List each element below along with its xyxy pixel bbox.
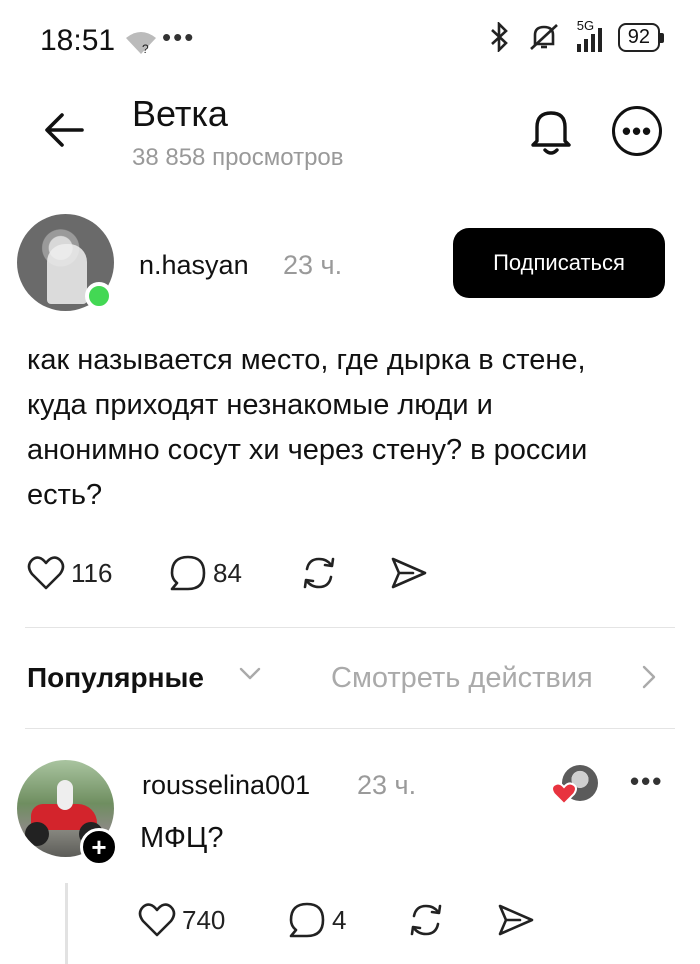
follow-plus-icon[interactable]: + <box>80 828 118 866</box>
back-arrow-icon[interactable] <box>44 110 84 150</box>
status-time: 18:51 <box>40 24 116 57</box>
heart-icon <box>138 903 176 937</box>
views-count: 38 858 просмотров <box>132 144 344 171</box>
comment-reply-count: 4 <box>332 904 347 935</box>
signal-icon: 5G <box>576 18 602 52</box>
chevron-down-icon[interactable] <box>238 666 262 682</box>
online-indicator <box>85 282 113 310</box>
heart-icon <box>27 556 65 590</box>
repost-icon <box>303 557 335 589</box>
share-button[interactable] <box>389 555 429 591</box>
comment-count: 84 <box>213 557 242 588</box>
status-icons: 5G 92 <box>489 18 665 52</box>
page-title: Ветка <box>132 93 228 134</box>
like-count: 116 <box>71 557 113 588</box>
follow-button[interactable]: Подписаться <box>453 228 665 298</box>
chevron-right-icon[interactable] <box>640 662 658 692</box>
repost-button[interactable] <box>299 553 389 593</box>
post-time: 23 ч. <box>283 250 343 280</box>
comment-actions: 740 4 <box>138 900 536 940</box>
comment-text: МФЦ? <box>140 822 224 854</box>
post-actions: 116 84 <box>27 553 429 593</box>
commenter-username[interactable]: rousselina001 <box>142 770 310 801</box>
more-icon[interactable]: ••• <box>612 106 662 156</box>
like-button[interactable]: 116 <box>27 555 169 591</box>
status-more-icon: ••• <box>162 22 196 52</box>
comment-like-count: 740 <box>182 904 226 935</box>
comment-more-icon[interactable]: ••• <box>630 766 663 797</box>
battery-icon: 92 <box>617 22 665 52</box>
share-icon <box>498 904 534 936</box>
comment-like-button[interactable]: 740 <box>138 902 288 938</box>
mute-icon <box>529 24 558 50</box>
heart-badge-icon <box>551 782 577 806</box>
comment-icon <box>289 902 325 938</box>
battery-level: 92 <box>627 25 650 48</box>
repost-icon <box>410 904 442 936</box>
author-username[interactable]: n.hasyan <box>139 250 249 281</box>
divider <box>25 728 675 729</box>
comment-time: 23 ч. <box>357 770 417 800</box>
comment-share-button[interactable] <box>496 902 536 938</box>
comment-button[interactable]: 84 <box>169 554 299 592</box>
wifi-icon: ? <box>126 32 156 56</box>
bell-icon[interactable] <box>527 105 575 157</box>
share-icon <box>391 557 427 589</box>
thread-line <box>65 883 68 964</box>
comment-repost-button[interactable] <box>406 900 496 940</box>
svg-text:?: ? <box>142 42 149 56</box>
sort-dropdown[interactable]: Популярные <box>27 662 204 694</box>
view-actions-link[interactable]: Смотреть действия <box>331 662 593 695</box>
divider <box>25 627 675 628</box>
comment-icon <box>170 555 206 591</box>
post-text: как называется место, где дырка в стене,… <box>27 344 588 511</box>
network-label: 5G <box>576 18 595 33</box>
comment-reply-button[interactable]: 4 <box>288 901 406 939</box>
bluetooth-icon <box>490 22 508 52</box>
